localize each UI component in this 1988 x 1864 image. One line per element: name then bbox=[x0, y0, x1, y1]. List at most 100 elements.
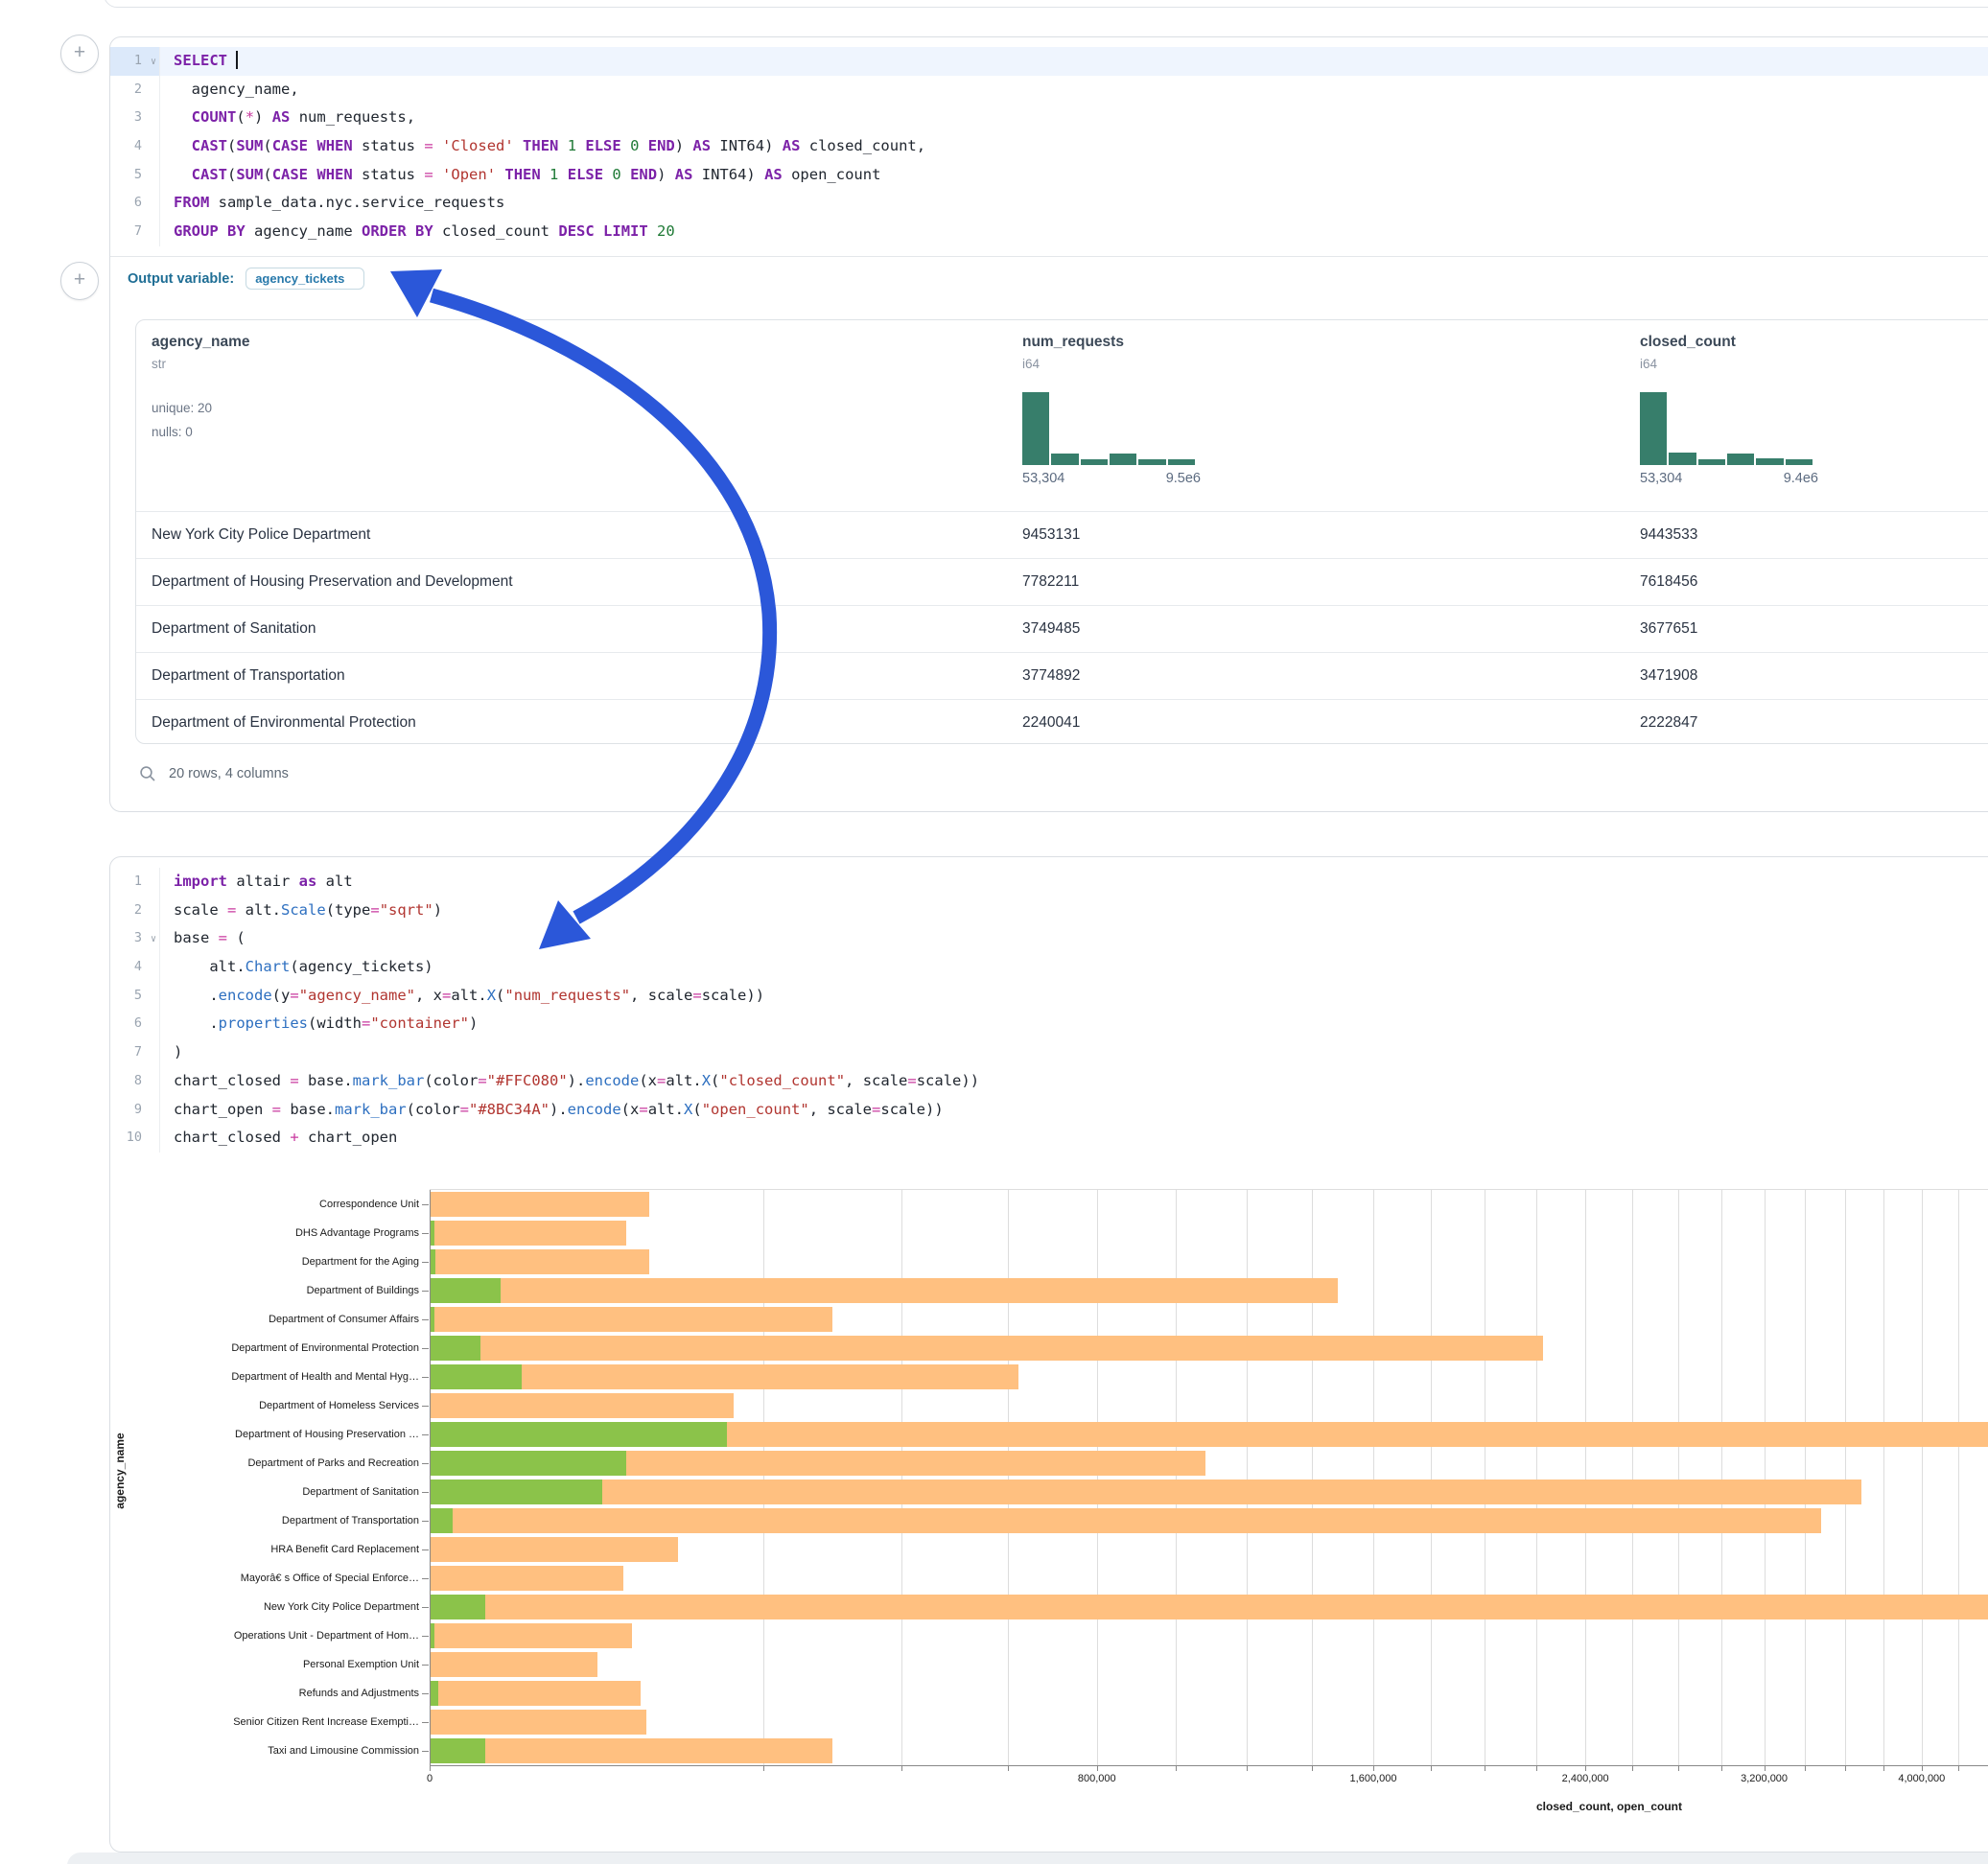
bar-closed-count bbox=[431, 1710, 646, 1735]
add-cell-button-top[interactable]: + bbox=[60, 35, 99, 73]
code-line[interactable]: 1∨SELECT bbox=[110, 47, 1988, 76]
code-text: CAST(SUM(CASE WHEN status = 'Closed' THE… bbox=[160, 132, 925, 161]
line-number: 2 bbox=[110, 897, 160, 925]
fold-chevron-icon[interactable]: ∨ bbox=[151, 48, 156, 77]
code-line[interactable]: 5 CAST(SUM(CASE WHEN status = 'Open' THE… bbox=[110, 161, 1988, 190]
line-number: 2 bbox=[110, 76, 160, 105]
code-line[interactable]: 3 COUNT(*) AS num_requests, bbox=[110, 104, 1988, 132]
code-line[interactable]: 7) bbox=[110, 1038, 1988, 1067]
output-variable-row: Output variable: agency_tickets bbox=[110, 256, 1988, 319]
y-category-label: DHS Advantage Programs bbox=[109, 1219, 419, 1247]
line-number: 1∨ bbox=[110, 47, 160, 76]
x-tick bbox=[1678, 1765, 1679, 1771]
bar-closed-count bbox=[431, 1393, 734, 1418]
fold-chevron-icon[interactable]: ∨ bbox=[151, 925, 156, 954]
gridline bbox=[1008, 1190, 1009, 1765]
code-line[interactable]: 4 alt.Chart(agency_tickets) bbox=[110, 953, 1988, 982]
search-icon[interactable] bbox=[139, 765, 156, 782]
code-line[interactable]: 8chart_closed = base.mark_bar(color="#FF… bbox=[110, 1067, 1988, 1096]
gridline bbox=[1431, 1190, 1432, 1765]
gridline bbox=[1312, 1190, 1313, 1765]
bar-open-count bbox=[431, 1738, 485, 1763]
bar-closed-count bbox=[431, 1566, 623, 1591]
y-tick bbox=[422, 1406, 429, 1407]
column-histogram bbox=[1022, 392, 1195, 465]
line-number: 1 bbox=[110, 868, 160, 897]
column-header-num_requests[interactable]: num_requestsi6453,3049.5e6 bbox=[1007, 320, 1625, 511]
x-tick bbox=[1176, 1765, 1177, 1771]
line-number: 6 bbox=[110, 189, 160, 218]
bar-closed-count bbox=[431, 1652, 597, 1677]
code-line[interactable]: 6 .properties(width="container") bbox=[110, 1010, 1988, 1038]
code-line[interactable]: 3∨base = ( bbox=[110, 924, 1988, 953]
x-tick bbox=[1373, 1765, 1374, 1771]
gridline bbox=[1678, 1190, 1679, 1765]
add-cell-button-output[interactable]: + bbox=[60, 262, 99, 300]
x-tick bbox=[1312, 1765, 1313, 1771]
code-text: chart_closed = base.mark_bar(color="#FFC… bbox=[160, 1067, 979, 1096]
y-category-label: Department of Buildings bbox=[109, 1276, 419, 1305]
line-number: 9 bbox=[110, 1096, 160, 1125]
code-line[interactable]: 7GROUP BY agency_name ORDER BY closed_co… bbox=[110, 218, 1988, 246]
gridline bbox=[1247, 1190, 1248, 1765]
code-line[interactable]: 2 agency_name, bbox=[110, 76, 1988, 105]
x-tick bbox=[1958, 1765, 1959, 1771]
y-category-label: Department of Homeless Services bbox=[109, 1391, 419, 1420]
bar-open-count bbox=[431, 1595, 485, 1619]
bar-closed-count bbox=[431, 1537, 678, 1562]
y-category-label: Department of Housing Preservation … bbox=[109, 1420, 419, 1449]
code-line[interactable]: 6FROM sample_data.nyc.service_requests bbox=[110, 189, 1988, 218]
python-code-editor[interactable]: 1import altair as alt2scale = alt.Scale(… bbox=[110, 857, 1988, 1153]
code-text: agency_name, bbox=[160, 76, 299, 105]
x-tick bbox=[901, 1765, 902, 1771]
code-text: FROM sample_data.nyc.service_requests bbox=[160, 189, 504, 218]
y-tick bbox=[422, 1693, 429, 1694]
y-tick bbox=[422, 1319, 429, 1320]
code-text: .properties(width="container") bbox=[160, 1010, 478, 1038]
sql-code-editor[interactable]: 1∨SELECT 2 agency_name,3 COUNT(*) AS num… bbox=[110, 37, 1988, 246]
chart-view-border bbox=[430, 1189, 1988, 1190]
y-tick bbox=[422, 1291, 429, 1292]
column-name: num_requests bbox=[1022, 334, 1625, 351]
x-tick-label: 800,000 bbox=[1078, 1773, 1116, 1784]
gridline bbox=[1805, 1190, 1806, 1765]
bar-closed-count bbox=[431, 1307, 832, 1332]
code-line[interactable]: 10chart_closed + chart_open bbox=[110, 1124, 1988, 1153]
line-number: 4 bbox=[110, 132, 160, 161]
output-variable-chip[interactable]: agency_tickets bbox=[246, 268, 364, 290]
result-table-header: agency_namestrunique: 20nulls: 0num_requ… bbox=[136, 320, 1988, 511]
line-number: 7 bbox=[110, 218, 160, 246]
table-row: New York City Police Department945313194… bbox=[136, 511, 1988, 558]
y-tick bbox=[422, 1751, 429, 1752]
x-tick bbox=[1536, 1765, 1537, 1771]
code-text: CAST(SUM(CASE WHEN status = 'Open' THEN … bbox=[160, 161, 880, 190]
line-number: 4 bbox=[110, 953, 160, 982]
code-line[interactable]: 1import altair as alt bbox=[110, 868, 1988, 897]
y-tick bbox=[422, 1636, 429, 1637]
table-row-count: 20 rows, 4 columns bbox=[169, 766, 289, 781]
bar-open-count bbox=[431, 1307, 434, 1332]
column-header-agency_name[interactable]: agency_namestrunique: 20nulls: 0 bbox=[136, 320, 1007, 511]
column-header-closed_count[interactable]: closed_counti6453,3049.4e6 bbox=[1625, 320, 1988, 511]
gridline bbox=[1536, 1190, 1537, 1765]
histogram-range-labels: 53,3049.5e6 bbox=[1022, 471, 1201, 486]
gridline bbox=[1958, 1190, 1959, 1765]
gridline bbox=[1721, 1190, 1722, 1765]
line-number: 10 bbox=[110, 1124, 160, 1153]
gridline bbox=[763, 1190, 764, 1765]
gridline bbox=[1097, 1190, 1098, 1765]
code-text: .encode(y="agency_name", x=alt.X("num_re… bbox=[160, 982, 764, 1011]
code-line[interactable]: 9chart_open = base.mark_bar(color="#8BC3… bbox=[110, 1096, 1988, 1125]
code-text: ) bbox=[160, 1038, 182, 1067]
code-line[interactable]: 4 CAST(SUM(CASE WHEN status = 'Closed' T… bbox=[110, 132, 1988, 161]
bar-closed-count bbox=[431, 1278, 1338, 1303]
code-line[interactable]: 5 .encode(y="agency_name", x=alt.X("num_… bbox=[110, 982, 1988, 1011]
y-category-label: Department of Parks and Recreation bbox=[109, 1449, 419, 1478]
y-category-label: Department of Consumer Affairs bbox=[109, 1305, 419, 1334]
y-tick bbox=[422, 1578, 429, 1579]
bar-closed-count bbox=[431, 1480, 1861, 1504]
y-tick bbox=[422, 1665, 429, 1666]
code-line[interactable]: 2scale = alt.Scale(type="sqrt") bbox=[110, 897, 1988, 925]
y-category-label: Department for the Aging bbox=[109, 1247, 419, 1276]
gridline bbox=[1765, 1190, 1766, 1765]
